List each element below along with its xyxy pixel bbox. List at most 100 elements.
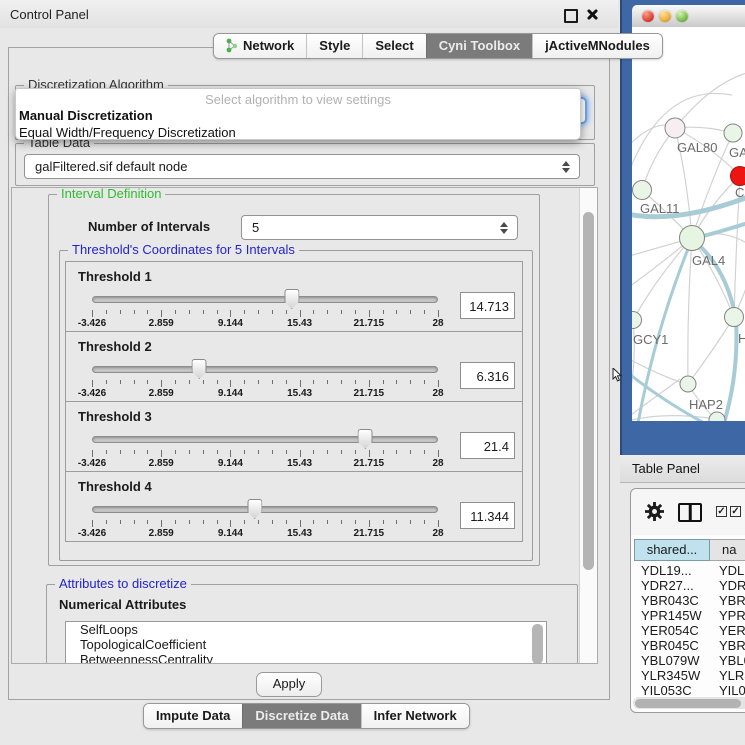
network-node-gal4[interactable] xyxy=(680,226,705,251)
network-node-gal80[interactable] xyxy=(665,118,685,138)
apply-button[interactable]: Apply xyxy=(256,672,322,697)
num-intervals-combobox[interactable]: 5 xyxy=(241,215,518,240)
tab-label: Network xyxy=(243,38,294,53)
table-row[interactable]: YBL079WYBL0 xyxy=(634,653,745,668)
network-node-h[interactable] xyxy=(725,308,744,327)
table-cell[interactable]: YDR2 xyxy=(710,578,745,593)
slider-thumb[interactable] xyxy=(247,499,262,519)
tab-impute-data[interactable]: Impute Data xyxy=(144,704,242,728)
tab-jactivemnodules[interactable]: jActiveMNodules xyxy=(532,34,662,58)
network-node-ga[interactable] xyxy=(724,124,742,142)
tab-cyni-toolbox[interactable]: Cyni Toolbox xyxy=(426,34,532,58)
table-cell[interactable]: YBL079W xyxy=(634,653,710,668)
tab-discretize-data[interactable]: Discretize Data xyxy=(242,704,360,728)
table-cell[interactable]: YBR043C xyxy=(634,593,710,608)
table-cell[interactable]: YPR145W xyxy=(634,608,710,623)
scrollbar-thumb[interactable] xyxy=(583,212,594,570)
table-cell[interactable]: YER054C xyxy=(634,623,710,638)
numerical-attributes-list[interactable]: SelfLoopsTopologicalCoefficientBetweenne… xyxy=(65,621,547,664)
slider-thumb[interactable] xyxy=(358,429,373,449)
table-row[interactable]: YER054CYER0 xyxy=(634,623,745,638)
table-cell[interactable]: YIL0 xyxy=(710,683,745,698)
algorithm-dropdown-popup: Select algorithm to view settings Manual… xyxy=(15,88,581,140)
table-row[interactable]: YBR045CYBR0 xyxy=(634,638,745,653)
table-row[interactable]: YLR345WYLR3 xyxy=(634,668,745,683)
tick-mark xyxy=(230,450,231,457)
slider-thumb[interactable] xyxy=(192,359,207,379)
threshold-slider[interactable]: -3.4262.8599.14415.4321.71528 xyxy=(92,288,438,330)
table-cell[interactable]: YDL1 xyxy=(710,563,745,578)
list-item[interactable]: SelfLoops xyxy=(66,622,546,637)
table-cell[interactable]: YER0 xyxy=(710,623,745,638)
table-cell[interactable]: YBR0 xyxy=(710,593,745,608)
list-item[interactable]: BetweennessCentrality xyxy=(66,652,546,664)
screen: { "window": {"title": "Control Panel"}, … xyxy=(0,0,745,745)
table-cell[interactable]: YPR1 xyxy=(710,608,745,623)
slider-thumb[interactable] xyxy=(284,289,299,309)
threshold-value-field[interactable]: 21.4 xyxy=(460,432,515,459)
zoom-traffic-light-icon[interactable] xyxy=(676,10,688,22)
network-canvas[interactable]: GAL80GACGAL11GAL4GCY1HHAP2 xyxy=(632,27,745,421)
table-cell[interactable]: YDL19... xyxy=(634,563,710,578)
column-checkbox-icon[interactable]: ✓ xyxy=(716,506,727,517)
tab-label: Impute Data xyxy=(156,708,230,723)
tick-mark xyxy=(410,520,411,524)
network-node-c[interactable] xyxy=(731,167,745,186)
threshold-value-field[interactable]: 6.316 xyxy=(460,362,515,389)
table-row[interactable]: YDR27...YDR2 xyxy=(634,578,745,593)
table-column-header-na[interactable]: na xyxy=(710,539,745,561)
minimize-traffic-light-icon[interactable] xyxy=(659,10,671,22)
tick-label: 21.715 xyxy=(354,528,385,539)
table-data-combobox[interactable]: galFiltered.sif default node xyxy=(24,154,580,179)
tab-label: Cyni Toolbox xyxy=(439,38,520,53)
dropdown-option-manual-discretization[interactable]: Manual Discretization xyxy=(16,107,580,124)
threshold-value-field[interactable]: 11.344 xyxy=(460,502,515,529)
table-row[interactable]: YBR043CYBR0 xyxy=(634,593,745,608)
table-cell[interactable]: YBR0 xyxy=(710,638,745,653)
dropdown-option-equal-width-frequency-discretization[interactable]: Equal Width/Frequency Discretization xyxy=(16,124,580,140)
table-horizontal-scrollbar[interactable] xyxy=(633,697,745,709)
tab-style[interactable]: Style xyxy=(306,34,362,58)
threshold-value-field[interactable]: 14.713 xyxy=(460,292,515,319)
settings-scrollbar[interactable] xyxy=(579,188,598,663)
float-window-icon[interactable] xyxy=(564,9,578,23)
network-node-gcy1[interactable] xyxy=(632,312,642,329)
tick-mark xyxy=(258,310,259,314)
table-cell[interactable]: YBL0 xyxy=(710,653,745,668)
network-node-hap2[interactable] xyxy=(680,376,696,392)
close-icon[interactable] xyxy=(586,8,598,20)
column-checkbox-icon[interactable]: ✓ xyxy=(730,506,741,517)
scrollbar-thumb[interactable] xyxy=(635,699,741,708)
combo-arrows-icon[interactable] xyxy=(500,222,508,234)
threshold-slider[interactable]: -3.4262.8599.14415.4321.71528 xyxy=(92,358,438,400)
tick-mark xyxy=(383,380,384,384)
list-item[interactable]: TopologicalCoefficient xyxy=(66,637,546,652)
tick-mark xyxy=(396,310,397,314)
tick-mark xyxy=(341,380,342,384)
table-row[interactable]: YDL19...YDL1 xyxy=(634,563,745,578)
network-node-label: C xyxy=(735,185,744,200)
tab-network[interactable]: Network xyxy=(214,34,306,58)
network-node-gal11[interactable] xyxy=(633,181,652,200)
table-cell[interactable]: YLR345W xyxy=(634,668,710,683)
tab-label: jActiveMNodules xyxy=(545,38,650,53)
tick-label: -3.426 xyxy=(78,318,106,329)
table-cell[interactable]: YLR3 xyxy=(710,668,745,683)
table-cell[interactable]: YIL053C xyxy=(634,683,710,698)
threshold-slider[interactable]: -3.4262.8599.14415.4321.71528 xyxy=(92,498,438,540)
gear-icon[interactable] xyxy=(645,502,664,521)
close-traffic-light-icon[interactable] xyxy=(642,10,654,22)
table-row[interactable]: YPR145WYPR1 xyxy=(634,608,745,623)
table-row[interactable]: YIL053CYIL0 xyxy=(634,683,745,698)
list-scrollbar[interactable] xyxy=(532,624,543,664)
combo-arrows-icon[interactable] xyxy=(562,161,570,173)
threshold-slider[interactable]: -3.4262.8599.14415.4321.71528 xyxy=(92,428,438,470)
tab-infer-network[interactable]: Infer Network xyxy=(361,704,469,728)
network-node-node[interactable] xyxy=(709,412,725,421)
split-view-icon[interactable] xyxy=(678,503,702,522)
table-cell[interactable]: YDR27... xyxy=(634,578,710,593)
tab-select[interactable]: Select xyxy=(362,34,425,58)
tab-label: Style xyxy=(319,38,350,53)
table-cell[interactable]: YBR045C xyxy=(634,638,710,653)
table-column-header-shared[interactable]: shared... xyxy=(634,539,710,561)
